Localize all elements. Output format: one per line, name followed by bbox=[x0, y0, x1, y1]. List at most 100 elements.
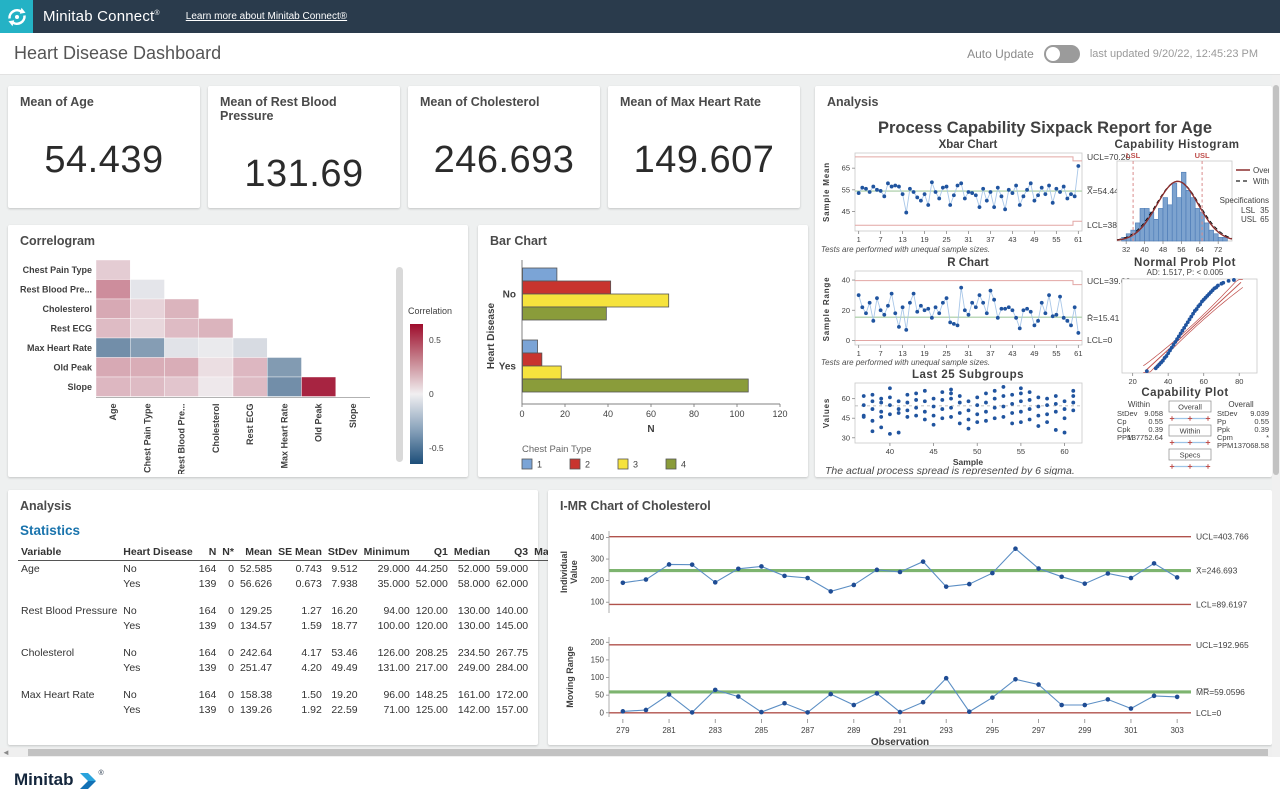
panel-title: I-MR Chart of Cholesterol bbox=[548, 490, 1272, 517]
stats-row: AgeNo164052.5850.7439.51229.00044.25052.… bbox=[18, 561, 586, 577]
horizontal-scrollbar[interactable]: ◄ bbox=[0, 748, 1272, 757]
stats-cell: 7.938 bbox=[325, 576, 361, 591]
svg-text:Specifications: Specifications bbox=[1220, 196, 1269, 205]
svg-text:7: 7 bbox=[879, 349, 883, 358]
svg-text:Age: Age bbox=[108, 404, 118, 421]
stats-cell: Age bbox=[18, 561, 120, 577]
stats-cell: 35.000 bbox=[361, 576, 413, 591]
stats-cell: No bbox=[120, 645, 195, 660]
svg-text:40: 40 bbox=[1164, 377, 1172, 386]
stats-cell: 208.25 bbox=[413, 645, 451, 660]
svg-text:X̿=54.44: X̿=54.44 bbox=[1087, 185, 1119, 196]
svg-text:Tests are performed with unequ: Tests are performed with unequal sample … bbox=[821, 245, 990, 254]
svg-text:19: 19 bbox=[920, 349, 928, 358]
vertical-scroll-thumb[interactable] bbox=[1273, 85, 1279, 475]
stats-cell: 52.000 bbox=[413, 576, 451, 591]
statistics-link[interactable]: Statistics bbox=[8, 517, 538, 542]
svg-text:301: 301 bbox=[1124, 726, 1138, 735]
stats-cell: 142.00 bbox=[451, 702, 493, 717]
svg-text:3: 3 bbox=[633, 460, 638, 470]
svg-text:0: 0 bbox=[846, 336, 850, 345]
stats-header-cell: N* bbox=[219, 544, 237, 561]
stats-cell: 249.00 bbox=[451, 660, 493, 675]
svg-text:Slope: Slope bbox=[67, 382, 92, 392]
stats-row: Yes1390139.261.9222.5971.00125.00142.001… bbox=[18, 702, 586, 717]
svg-text:0: 0 bbox=[600, 708, 605, 717]
stats-cell: 130.00 bbox=[451, 618, 493, 633]
svg-text:20: 20 bbox=[560, 409, 570, 419]
kpi-card-mean-cholesterol: Mean of Cholesterol 246.693 bbox=[408, 86, 600, 208]
stats-cell: 0.673 bbox=[275, 576, 325, 591]
stats-cell: 0 bbox=[219, 603, 237, 618]
svg-text:1: 1 bbox=[537, 460, 542, 470]
correlogram-panel: Correlogram Chest Pain TypeRest Blood Pr… bbox=[8, 225, 468, 477]
stats-cell bbox=[18, 618, 120, 633]
stats-cell: 62.000 bbox=[493, 576, 531, 591]
stats-header-cell: SE Mean bbox=[275, 544, 325, 561]
stats-cell: 22.59 bbox=[325, 702, 361, 717]
svg-text:25: 25 bbox=[942, 349, 950, 358]
svg-text:LSL: LSL bbox=[1241, 206, 1256, 215]
kpi-value: 246.693 bbox=[408, 139, 600, 182]
stats-cell: 94.00 bbox=[361, 603, 413, 618]
svg-text:Value: Value bbox=[569, 560, 579, 584]
stats-cell: 1.27 bbox=[275, 603, 325, 618]
svg-text:72: 72 bbox=[1214, 245, 1222, 254]
stats-cell: 0 bbox=[219, 618, 237, 633]
stats-cell: 44.250 bbox=[413, 561, 451, 577]
svg-text:55: 55 bbox=[1052, 235, 1060, 244]
stats-cell: 18.77 bbox=[325, 618, 361, 633]
stats-cell: 49.49 bbox=[325, 660, 361, 675]
stats-cell: Rest Blood Pressure bbox=[18, 603, 120, 618]
svg-text:43: 43 bbox=[1008, 235, 1016, 244]
stats-header-cell: Q1 bbox=[413, 544, 451, 561]
stats-row: CholesterolNo1640242.644.1753.46126.0020… bbox=[18, 645, 586, 660]
svg-text:Yes: Yes bbox=[499, 362, 517, 373]
stats-row: Yes1390251.474.2049.49131.00217.00249.00… bbox=[18, 660, 586, 675]
stats-cell: 129.25 bbox=[237, 603, 275, 618]
learn-more-link[interactable]: Learn more about Minitab Connect® bbox=[186, 11, 347, 22]
stats-cell: 9.512 bbox=[325, 561, 361, 577]
stats-cell: 157.00 bbox=[493, 702, 531, 717]
stats-cell: 0.743 bbox=[275, 561, 325, 577]
svg-text:Slope: Slope bbox=[348, 404, 358, 429]
svg-text:137068.58: 137068.58 bbox=[1234, 441, 1269, 450]
stats-cell: 52.000 bbox=[451, 561, 493, 577]
svg-text:293: 293 bbox=[940, 726, 954, 735]
horizontal-scroll-thumb[interactable] bbox=[28, 749, 1268, 756]
stats-header-cell: Minimum bbox=[361, 544, 413, 561]
stats-cell: 120.00 bbox=[413, 603, 451, 618]
svg-text:35: 35 bbox=[1260, 206, 1269, 215]
svg-text:LSL: LSL bbox=[1126, 151, 1141, 160]
analysis-sixpack-panel: Analysis Process Capability Sixpack Repo… bbox=[815, 86, 1272, 477]
stats-cell: 58.000 bbox=[451, 576, 493, 591]
correlogram-scrollbar[interactable] bbox=[396, 267, 403, 462]
svg-text:48: 48 bbox=[1159, 245, 1167, 254]
svg-text:150: 150 bbox=[591, 655, 605, 664]
svg-text:289: 289 bbox=[847, 726, 861, 735]
minitab-connect-logo[interactable] bbox=[0, 0, 33, 33]
svg-text:Sample Range: Sample Range bbox=[822, 277, 831, 342]
svg-text:Overall: Overall bbox=[1228, 400, 1254, 409]
stats-cell: 4.17 bbox=[275, 645, 325, 660]
svg-text:USL: USL bbox=[1195, 151, 1210, 160]
heart-disease-bar-chart: NoYes020406080100120NHeart DiseaseChest … bbox=[482, 252, 804, 478]
stats-cell: 126.00 bbox=[361, 645, 413, 660]
stats-cell: 130.00 bbox=[451, 603, 493, 618]
panel-title: Correlogram bbox=[8, 225, 468, 252]
auto-update-toggle[interactable] bbox=[1044, 45, 1080, 63]
svg-text:65: 65 bbox=[1260, 215, 1269, 224]
svg-text:291: 291 bbox=[893, 726, 907, 735]
svg-text:285: 285 bbox=[755, 726, 769, 735]
scroll-left-arrow[interactable]: ◄ bbox=[2, 748, 10, 757]
vertical-scrollbar[interactable] bbox=[1272, 75, 1280, 802]
stats-header-cell: Q3 bbox=[493, 544, 531, 561]
svg-text:0: 0 bbox=[519, 409, 524, 419]
svg-text:55: 55 bbox=[842, 185, 850, 194]
svg-text:64: 64 bbox=[1196, 245, 1204, 254]
page-header: Heart Disease Dashboard Auto Update last… bbox=[0, 33, 1280, 75]
svg-text:50: 50 bbox=[973, 447, 981, 456]
auto-update-label: Auto Update bbox=[967, 47, 1034, 61]
kpi-card-mean-age: Mean of Age 54.439 bbox=[8, 86, 200, 208]
stats-header-cell: Variable bbox=[18, 544, 120, 561]
